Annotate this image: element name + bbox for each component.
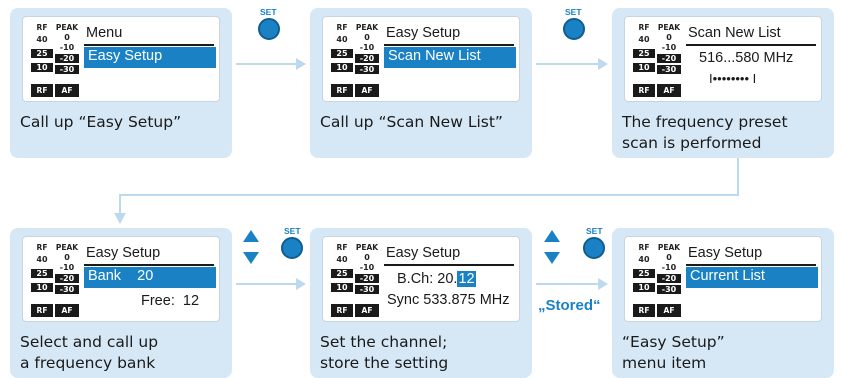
af-meter-value: -10: [661, 263, 677, 272]
rf-meter-value: 10: [633, 283, 655, 292]
lcd-title: Easy Setup: [688, 245, 763, 261]
lcd-divider: [384, 264, 514, 266]
lcd-divider: [84, 264, 214, 266]
step-6-screen-frame: RF 40 25 10 RF PEAK 0 -10 -20 -30 AF Eas…: [612, 228, 834, 328]
rf-meter-label: RF: [331, 304, 353, 317]
rf-meter-value: 40: [336, 255, 348, 264]
af-meter-value: -10: [359, 263, 375, 272]
rf-meter-top-label: RF: [638, 243, 650, 252]
af-meter-value: -20: [657, 274, 681, 283]
rf-meter-value: 25: [331, 269, 353, 278]
af-meter-label: AF: [657, 304, 681, 317]
free-channels: Free: 12: [141, 293, 200, 309]
af-meter-top-label: PEAK: [355, 243, 379, 252]
flow-arrow-line: [536, 283, 598, 285]
sync-frequency: Sync 533.875 MHz: [387, 292, 510, 308]
af-meter-value: -20: [55, 274, 79, 283]
up-arrow-icon: [243, 230, 259, 242]
lcd-screen: RF 40 25 10 RF PEAK 0 -10 -20 -30 AF Eas…: [322, 236, 520, 322]
af-meter-value: 0: [364, 253, 370, 262]
level-meters: RF 40 25 10 RF PEAK 0 -10 -20 -30 AF: [331, 243, 381, 317]
step-4-panel: RF 40 25 10 RF PEAK 0 -10 -20 -30 AF Eas…: [10, 228, 232, 378]
rf-meter-value: 40: [638, 255, 650, 264]
level-meters: RF 40 25 10 RF PEAK 0 -10 -20 -30 AF: [633, 243, 683, 317]
rf-meter-label: RF: [633, 304, 655, 317]
af-meter-label: AF: [55, 304, 79, 317]
rf-meter-label: RF: [31, 304, 53, 317]
channel-highlight: 12: [457, 271, 476, 287]
flow-arrow-line: [236, 283, 296, 285]
rf-meter-value: 40: [36, 255, 48, 264]
rf-meter-value: 25: [31, 269, 53, 278]
bank-channel-line: B.Ch: 20.12: [397, 271, 476, 287]
step-4-screen-frame: RF 40 25 10 RF PEAK 0 -10 -20 -30 AF Eas…: [10, 228, 232, 328]
rf-meter-top-label: RF: [36, 243, 48, 252]
af-meter: PEAK 0 -10 -20 -30 AF: [355, 243, 379, 317]
af-meter: PEAK 0 -10 -20 -30 AF: [657, 243, 681, 317]
set-button-icon: [281, 237, 303, 259]
set-label: SET: [586, 226, 603, 236]
up-arrow-icon: [544, 230, 560, 242]
lcd-selected-item: Current List: [686, 267, 818, 288]
level-meters: RF 40 25 10 RF PEAK 0 -10 -20 -30 AF: [31, 243, 81, 317]
af-meter-value: -20: [355, 274, 379, 283]
down-arrow-icon: [243, 252, 259, 264]
af-meter-value: -30: [657, 285, 681, 294]
af-meter-top-label: PEAK: [55, 243, 79, 252]
up-down-buttons-icon: [544, 230, 560, 264]
lcd-selected-item: Bank 20: [84, 267, 216, 288]
flow-arrow-head: [598, 278, 608, 290]
lcd-title: Easy Setup: [86, 245, 161, 261]
set-button-icon: [583, 237, 605, 259]
af-meter-value: 0: [64, 253, 70, 262]
up-down-buttons-icon: [243, 230, 259, 264]
rf-meter: RF 40 25 10 RF: [633, 243, 655, 317]
set-label: SET: [284, 226, 301, 236]
step-caption: Set the channel; store the setting: [320, 333, 449, 372]
down-arrow-icon: [544, 252, 560, 264]
af-meter-value: -30: [355, 285, 379, 294]
lcd-screen: RF 40 25 10 RF PEAK 0 -10 -20 -30 AF Eas…: [22, 236, 220, 322]
lcd-divider: [686, 264, 816, 266]
rf-meter-top-label: RF: [336, 243, 348, 252]
af-meter-top-label: PEAK: [657, 243, 681, 252]
lcd-title: Easy Setup: [386, 245, 461, 261]
rf-meter-value: 10: [31, 283, 53, 292]
step-5-screen-frame: RF 40 25 10 RF PEAK 0 -10 -20 -30 AF Eas…: [310, 228, 532, 328]
af-meter: PEAK 0 -10 -20 -30 AF: [55, 243, 79, 317]
step-caption: “Easy Setup” menu item: [622, 333, 725, 372]
rf-meter: RF 40 25 10 RF: [331, 243, 353, 317]
step-caption: Select and call up a frequency bank: [20, 333, 159, 372]
rf-meter-value: 25: [633, 269, 655, 278]
af-meter-value: -10: [59, 263, 75, 272]
af-meter-value: 0: [666, 253, 672, 262]
lcd-screen: RF 40 25 10 RF PEAK 0 -10 -20 -30 AF Eas…: [624, 236, 822, 322]
rf-meter-value: 10: [331, 283, 353, 292]
af-meter-label: AF: [355, 304, 379, 317]
stored-label: „Stored“: [538, 297, 601, 314]
step-6-panel: RF 40 25 10 RF PEAK 0 -10 -20 -30 AF Eas…: [612, 228, 834, 378]
step-5-panel: RF 40 25 10 RF PEAK 0 -10 -20 -30 AF Eas…: [310, 228, 532, 378]
flow-arrow-head: [296, 278, 306, 290]
rf-meter: RF 40 25 10 RF: [31, 243, 53, 317]
af-meter-value: -30: [55, 285, 79, 294]
bank-channel-prefix: B.Ch: 20.: [397, 271, 458, 287]
